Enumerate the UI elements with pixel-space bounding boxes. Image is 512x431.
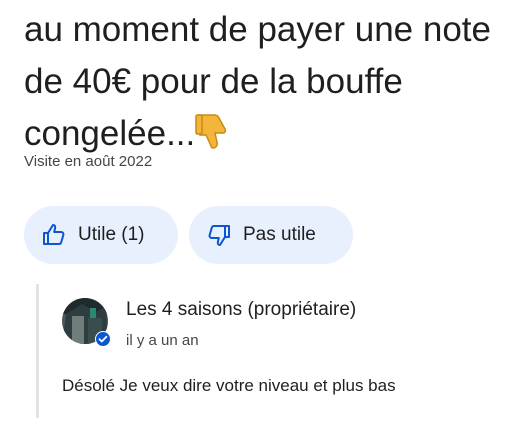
thumbs-down-outline-icon [207, 223, 231, 247]
reply-thread-bar [36, 284, 39, 418]
thumbs-up-outline-icon [42, 223, 66, 247]
not-useful-label: Pas utile [243, 224, 316, 245]
verified-badge-icon [95, 331, 111, 347]
not-useful-button[interactable]: Pas utile [189, 206, 353, 264]
useful-label: Utile (1) [78, 224, 145, 245]
owner-reply-text: Désolé Je veux dire votre niveau et plus… [62, 376, 396, 395]
useful-button[interactable]: Utile (1) [24, 206, 178, 264]
visit-date: Visite en août 2022 [24, 153, 153, 170]
owner-name[interactable]: Les 4 saisons (propriétaire) [126, 299, 356, 321]
review-body: au moment de payer une note de 40€ pour … [24, 10, 491, 153]
review-text: au moment de payer une note de 40€ pour … [24, 4, 494, 166]
reply-timestamp: il y a un an [126, 332, 199, 349]
thumbs-down-emoji-icon [195, 111, 233, 166]
